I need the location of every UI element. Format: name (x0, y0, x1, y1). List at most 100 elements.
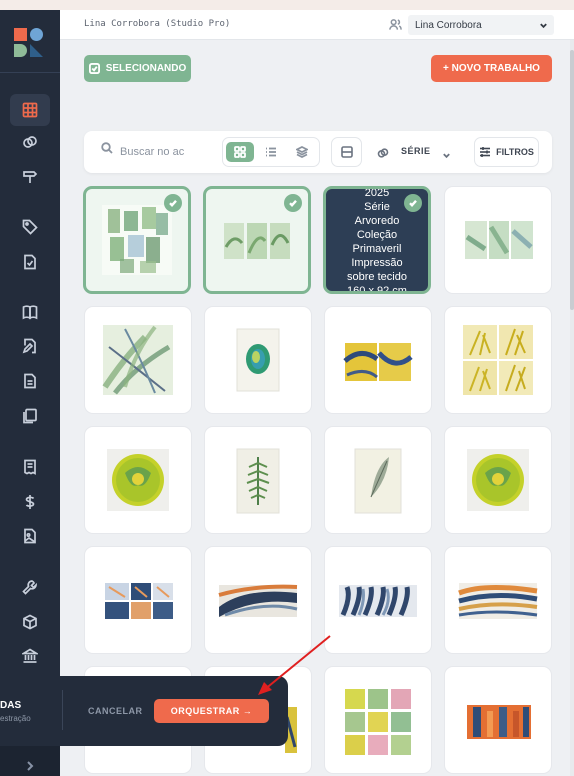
sidebar-item-grid[interactable] (10, 94, 50, 126)
sidebar-item-bank[interactable] (10, 640, 50, 672)
sliders-icon (480, 147, 491, 157)
new-job-button[interactable]: + NOVO TRABALHO (431, 55, 552, 82)
users-icon (389, 18, 402, 31)
artwork-card[interactable] (324, 426, 432, 534)
book-icon (22, 305, 38, 320)
artwork-card[interactable] (84, 546, 192, 654)
artwork-card[interactable] (324, 306, 432, 414)
signpost-icon (23, 171, 38, 183)
artwork-thumbnail (236, 448, 280, 514)
panel-toggle-button[interactable] (331, 137, 362, 167)
app-logo[interactable] (14, 28, 44, 58)
link-icon (377, 146, 389, 158)
sidebar-item-invoices[interactable] (10, 451, 50, 483)
receipt-icon (24, 459, 36, 475)
view-mode-toggle (222, 137, 320, 167)
search-input[interactable] (120, 144, 186, 160)
artwork-thumbnail (467, 705, 531, 739)
sidebar (0, 10, 60, 776)
sidebar-item-finance[interactable] (10, 486, 50, 518)
artwork-thumbnail (345, 689, 411, 755)
search-icon (101, 141, 113, 154)
artwork-card[interactable] (444, 186, 552, 294)
sidebar-item-contracts[interactable] (10, 330, 50, 362)
artwork-card[interactable] (324, 546, 432, 654)
series-filter-label[interactable]: SÉRIE (401, 146, 431, 156)
studio-name: Lina Corrobora (Studio Pro) (84, 19, 231, 29)
selected-check-icon (404, 194, 422, 212)
layers-icon (296, 146, 308, 158)
artwork-card[interactable] (84, 306, 192, 414)
user-select-value: Lina Corrobora (415, 20, 482, 31)
artwork-card[interactable] (83, 186, 191, 294)
sidebar-expand-button[interactable] (0, 746, 60, 776)
filters-label: FILTROS (496, 147, 534, 157)
artwork-card[interactable] (84, 426, 192, 534)
artwork-thumbnail (105, 583, 173, 619)
selected-check-icon (164, 194, 182, 212)
top-header: Lina Corrobora (Studio Pro) Lina Corrobo… (60, 10, 574, 40)
selecting-mode-button[interactable]: SELECIONANDO (84, 55, 191, 82)
link-icon (23, 136, 37, 148)
artwork-card[interactable] (203, 186, 311, 294)
sidebar-item-tags[interactable] (10, 211, 50, 243)
grid-view-icon (234, 146, 246, 158)
sidebar-item-tools[interactable] (10, 571, 50, 603)
selection-bar-title: DAS (0, 700, 22, 711)
layers-view-button[interactable] (288, 142, 316, 162)
artwork-card-hovered[interactable]: 2025 Série Arvoredo Coleção Primaveril I… (323, 186, 431, 294)
gallery-toolbar: SÉRIE FILTROS (84, 131, 552, 173)
selection-action-bar: DAS estração CANCELAR ORQUESTRAR → (0, 676, 288, 746)
artwork-thumbnail (102, 325, 173, 395)
artwork-card[interactable] (204, 426, 312, 534)
scrollbar-thumb[interactable] (570, 50, 574, 310)
image-file-icon (24, 528, 36, 544)
grid-view-button[interactable] (226, 142, 254, 162)
dollar-icon (25, 495, 35, 509)
sidebar-item-approvals[interactable] (10, 246, 50, 278)
artwork-thumbnail (107, 449, 169, 511)
list-view-button[interactable] (257, 142, 285, 162)
annotation-arrow (258, 635, 331, 695)
bank-icon (22, 648, 38, 663)
sidebar-item-files[interactable] (10, 400, 50, 432)
selection-bar-divider (62, 690, 63, 730)
artwork-card[interactable] (444, 426, 552, 534)
sidebar-item-links[interactable] (10, 126, 50, 158)
artwork-card[interactable] (444, 666, 552, 774)
artwork-card[interactable] (324, 666, 432, 774)
orchestrate-label: ORQUESTRAR → (170, 706, 253, 716)
window-top-strip (0, 0, 574, 10)
chevron-down-icon (540, 23, 547, 29)
sidebar-item-media[interactable] (10, 520, 50, 552)
sidebar-item-documents[interactable] (10, 365, 50, 397)
filters-button[interactable]: FILTROS (474, 137, 539, 167)
chevron-down-icon[interactable] (442, 147, 451, 159)
artwork-card[interactable] (444, 546, 552, 654)
artwork-card[interactable] (444, 306, 552, 414)
artwork-card[interactable] (204, 306, 312, 414)
files-icon (23, 408, 37, 424)
selection-bar-subtitle: estração (0, 714, 31, 723)
artwork-thumbnail (339, 585, 417, 617)
artwork-thumbnail (236, 328, 280, 392)
artwork-thumbnail (463, 325, 533, 395)
grid-icon (22, 102, 38, 118)
panel-icon (340, 146, 353, 158)
file-pen-icon (22, 338, 36, 354)
tag-icon (22, 219, 38, 235)
sidebar-item-signpost[interactable] (10, 160, 50, 192)
wrench-icon (22, 580, 37, 595)
orchestrate-button[interactable]: ORQUESTRAR → (154, 699, 269, 723)
cancel-button[interactable]: CANCELAR (88, 706, 143, 716)
artwork-thumbnail (465, 221, 533, 259)
artwork-thumbnail (467, 449, 529, 511)
document-check-icon (24, 254, 36, 270)
file-text-icon (24, 373, 36, 389)
chevron-right-icon (27, 761, 34, 771)
checkbox-icon (88, 63, 100, 74)
user-select[interactable]: Lina Corrobora (408, 15, 554, 35)
sidebar-divider (0, 72, 60, 73)
sidebar-item-inventory[interactable] (10, 606, 50, 638)
sidebar-item-catalog[interactable] (10, 296, 50, 328)
